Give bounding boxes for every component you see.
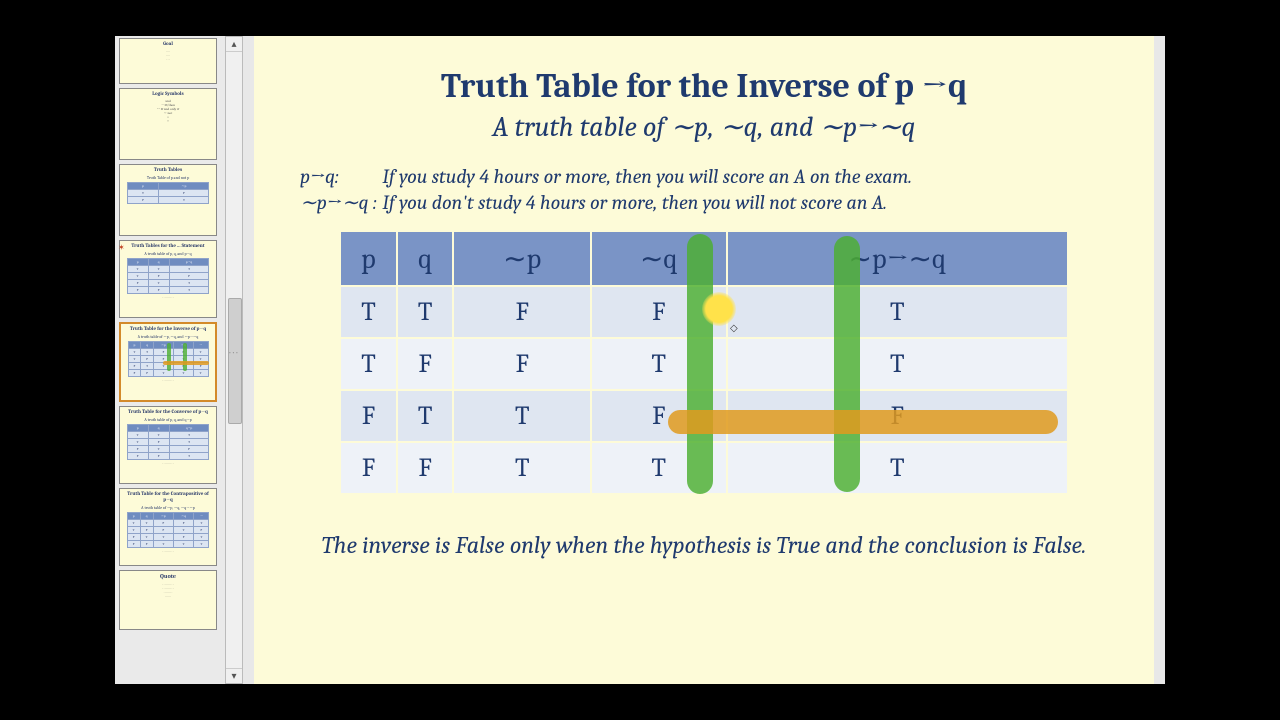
thumb-subtitle: A truth table of ∼p, ∼q, and ∼p→∼q [123, 334, 213, 339]
table-row: T T F F T [340, 286, 1068, 338]
thumb-title: Truth Table for the Contrapositive of p→… [122, 491, 214, 503]
thumb-title: Truth Table for the Converse of p→q [122, 409, 214, 415]
slide-thumbnail-6[interactable]: Truth Table for the Converse of p→q A tr… [119, 406, 217, 484]
table-header-row: p q ∼p ∼q ∼p→∼q [340, 231, 1068, 286]
thumb-subtitle: Truth Table of p and not p [122, 175, 214, 180]
thumb-text: and→ If/then↔ If and only if∼ not∴∵ [122, 99, 214, 123]
scroll-down-arrow-icon[interactable]: ▾ [226, 668, 242, 683]
truth-table-wrapper: p q ∼p ∼q ∼p→∼q T T F F T T [294, 230, 1114, 495]
thumbnail-list[interactable]: Goal · · · ·· · · ·· · · Logic Symbols a… [115, 36, 225, 684]
table-row: F F T T T [340, 442, 1068, 494]
slide-thumbnail-5-current[interactable]: Truth Table for the Inverse of p→q A tru… [119, 322, 217, 402]
col-header: ∼p→∼q [727, 231, 1068, 286]
thumb-subtitle: A truth table of p, q, and q→p [122, 417, 214, 422]
animation-indicator-icon: ✶ [118, 243, 125, 252]
slide-thumbnail-2[interactable]: Logic Symbols and→ If/then↔ If and only … [119, 88, 217, 160]
thumb-title: Goal [122, 41, 214, 47]
statement-text: If you don't study 4 hours or more, then… [382, 191, 887, 214]
scroll-track[interactable] [226, 51, 242, 669]
thumb-title: Truth Tables [122, 167, 214, 173]
presentation-app: Goal · · · ·· · · ·· · · Logic Symbols a… [115, 36, 1165, 684]
table-row: F T T F F [340, 390, 1068, 442]
slide-subtitle: A truth table of ∼p, ∼q, and ∼p→∼q [294, 110, 1114, 143]
thumb-title: Logic Symbols [122, 91, 214, 97]
thumb-title: Quote [122, 573, 214, 580]
col-header: q [397, 231, 454, 286]
statement-label: p→q: [300, 165, 378, 188]
thumb-subtitle: A truth table of p, q, and p→q [122, 251, 214, 256]
slide-thumbnail-4[interactable]: ✶ Truth Tables for the ... Statement A t… [119, 240, 217, 318]
slide-thumbnail-7[interactable]: Truth Table for the Contrapositive of p→… [119, 488, 217, 566]
thumb-title: Truth Tables for the ... Statement [122, 243, 214, 249]
slide-stage: Truth Table for the Inverse of p →q A tr… [254, 36, 1154, 684]
slide-footer-note: The inverse is False only when the hypot… [294, 529, 1114, 561]
scroll-handle[interactable] [228, 298, 242, 424]
statement-inverse: ∼p→∼q : If you don't study 4 hours or mo… [300, 190, 1114, 214]
slide-thumbnail-8[interactable]: Quote · · · · · · · · · ·· · · · · · · ·… [119, 570, 217, 630]
example-statements: p→q: If you study 4 hours or more, then … [300, 165, 1114, 214]
thumb-text: · · · ·· · · ·· · · [122, 49, 214, 61]
statement-text: If you study 4 hours or more, then you w… [382, 165, 912, 188]
scroll-up-arrow-icon[interactable]: ▴ [226, 37, 242, 52]
table-row: T F F T T [340, 338, 1068, 390]
thumbnail-scrollbar[interactable]: ▴ ▾ [225, 36, 243, 684]
thumb-subtitle: A truth table of ∼p, ∼q, ∼q→∼p [122, 505, 214, 510]
slide-thumbnail-1[interactable]: Goal · · · ·· · · ·· · · [119, 38, 217, 84]
slide-thumbnail-panel: Goal · · · ·· · · ·· · · Logic Symbols a… [115, 36, 226, 684]
slide-title: Truth Table for the Inverse of p →q [294, 66, 1114, 106]
slide-thumbnail-3[interactable]: Truth Tables Truth Table of p and not p … [119, 164, 217, 236]
statement-label: ∼p→∼q : [300, 190, 378, 214]
statement-original: p→q: If you study 4 hours or more, then … [300, 165, 1114, 188]
truth-table: p q ∼p ∼q ∼p→∼q T T F F T T [339, 230, 1069, 495]
col-header: ∼p [453, 231, 590, 286]
thumb-title: Truth Table for the Inverse of p→q [123, 326, 213, 332]
col-header: p [340, 231, 397, 286]
thumb-text: · · · · · · · · · ·· · · · · · · · · ·· … [122, 582, 214, 598]
current-slide: Truth Table for the Inverse of p →q A tr… [254, 36, 1154, 684]
col-header: ∼q [591, 231, 727, 286]
